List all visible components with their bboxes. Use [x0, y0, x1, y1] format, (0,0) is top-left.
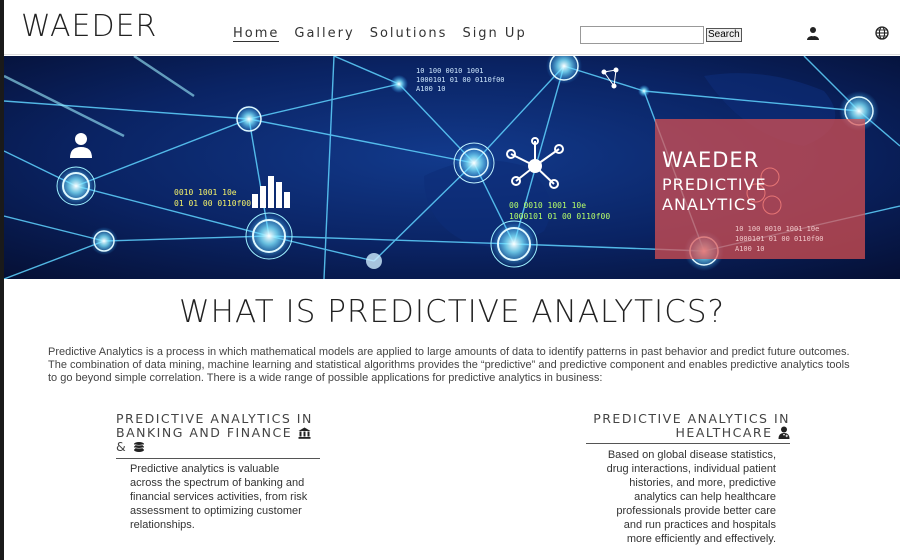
healthcare-title-line1: PREDICTIVE ANALYTICS IN: [593, 411, 790, 426]
hero-title-box: WAEDER PREDICTIVE ANALYTICS 10 100 0010 …: [655, 119, 865, 259]
site-header: WAEDER Home Gallery Solutions Sign Up Se…: [4, 0, 900, 55]
banking-section-body: Predictive analytics is valuable across …: [130, 463, 308, 531]
page-heading: WHAT IS PREDICTIVE ANALYTICS?: [179, 294, 725, 330]
doctor-icon: [778, 426, 790, 439]
nav-gallery-link[interactable]: Gallery: [294, 26, 354, 42]
main-nav: Home Gallery Solutions Sign Up: [233, 26, 527, 42]
nav-signup-link[interactable]: Sign Up: [462, 26, 526, 42]
nav-solutions-link[interactable]: Solutions: [370, 26, 448, 42]
banking-title-line2: BANKING AND FINANCE: [116, 425, 293, 440]
coins-icon: [133, 442, 144, 452]
hero-title: WAEDER: [662, 148, 760, 172]
banking-title-line1: PREDICTIVE ANALYTICS IN: [116, 411, 313, 426]
hero-banner: 0010 1001 10e 01 01 00 0110f00 00 0010 1…: [4, 56, 900, 279]
hero-subtitle: PREDICTIVE ANALYTICS: [662, 175, 767, 214]
hero-binary-left: 0010 1001 10e 01 01 00 0110f00: [174, 188, 252, 208]
page: WAEDER Home Gallery Solutions Sign Up Se…: [4, 0, 900, 560]
healthcare-section-body: Based on global disease statistics, drug…: [606, 449, 776, 545]
hero-binary-top: 10 100 0010 1001 1000101 01 00 0110f00 A…: [416, 67, 505, 93]
intro-paragraph: Predictive Analytics is a process in whi…: [48, 346, 850, 384]
nav-home-link[interactable]: Home: [233, 26, 280, 42]
user-icon[interactable]: [806, 26, 820, 40]
banking-title-line3: &: [116, 439, 128, 454]
hero-box-binary: 10 100 0010 1001 10e 1000101 01 00 0110f…: [735, 225, 824, 253]
search-input[interactable]: [580, 26, 704, 44]
hero-binary-center: 00 0010 1001 10e 1000101 01 00 0110f00: [509, 201, 611, 221]
healthcare-title-line2: HEALTHCARE: [675, 425, 773, 440]
globe-icon[interactable]: [875, 26, 889, 40]
healthcare-section-title: PREDICTIVE ANALYTICS IN HEALTHCARE: [586, 412, 790, 444]
bank-icon: [298, 427, 311, 439]
search-button[interactable]: Search: [706, 28, 742, 42]
site-logo[interactable]: WAEDER: [21, 9, 157, 44]
banking-section-title: PREDICTIVE ANALYTICS IN BANKING AND FINA…: [116, 412, 320, 459]
